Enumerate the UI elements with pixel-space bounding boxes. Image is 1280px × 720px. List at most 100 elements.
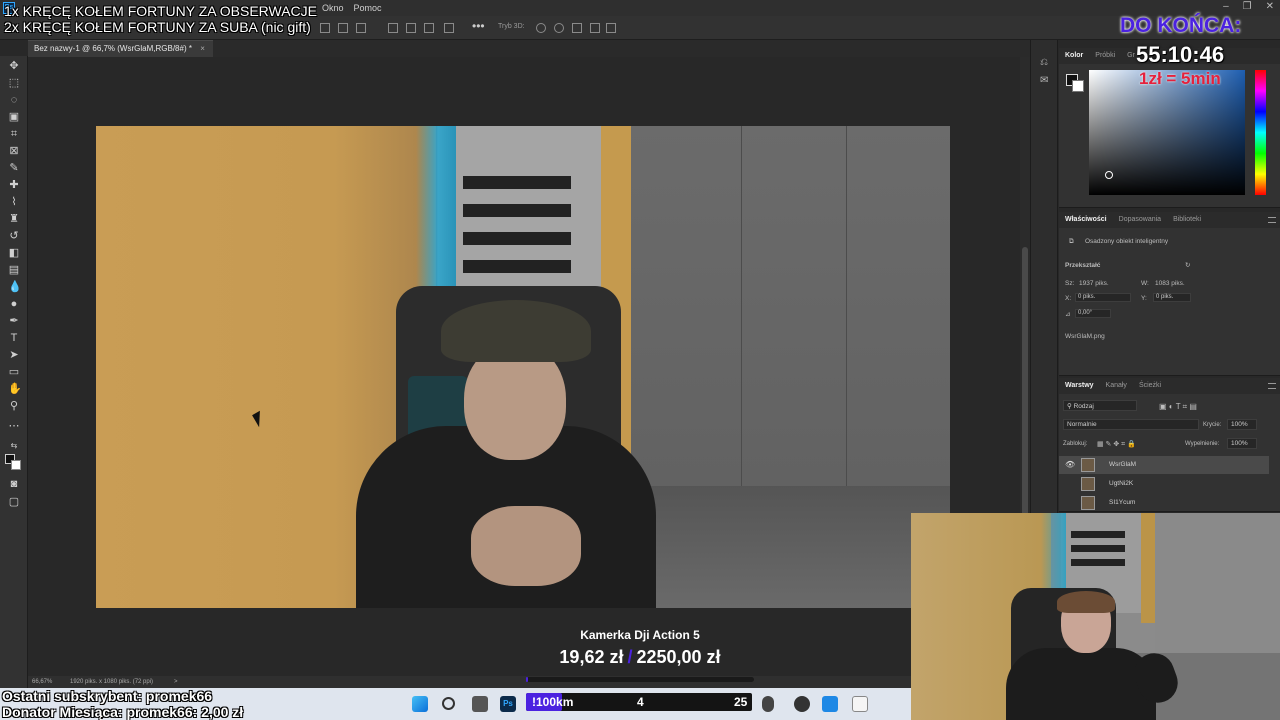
mouse-app-icon[interactable]: [762, 696, 774, 712]
layer-thumbnail: [1081, 458, 1095, 472]
history-icon[interactable]: ⎌: [1040, 58, 1050, 68]
marquee-tool-icon[interactable]: ⬚: [8, 77, 20, 89]
wheel-of-fortune-info: 1x KRĘCĘ KOŁEM FORTUNY ZA OBSERWACJE 2x …: [4, 3, 317, 35]
angle-field[interactable]: 0,00°: [1075, 309, 1111, 318]
tab-sciezki[interactable]: Ścieżki: [1139, 382, 1161, 390]
color-picker-handle[interactable]: [1105, 171, 1113, 179]
layer-row[interactable]: 👁 WsrGlaM: [1059, 456, 1269, 474]
color-background-swatch[interactable]: [1072, 80, 1084, 92]
eraser-tool-icon[interactable]: ◧: [8, 247, 20, 259]
tab-dopasowania[interactable]: Dopasowania: [1119, 216, 1161, 224]
3d-pan-icon[interactable]: [572, 23, 582, 33]
tab-kolor[interactable]: Kolor: [1065, 52, 1083, 60]
layer-filter-select[interactable]: ⚲ Rodzaj: [1063, 400, 1137, 411]
zoom-level[interactable]: 66,67%: [32, 679, 52, 685]
path-select-tool-icon[interactable]: ➤: [8, 349, 20, 361]
panel-menu-icon[interactable]: [1268, 217, 1276, 223]
goal-progress-fill: [526, 677, 529, 682]
tools-panel: ✥ ⬚ ◌ ▣ ⌗ ⊠ ✎ ✚ ⌇ ♜ ↺ ◧ ▤ 💧 ● ✒ T ➤ ▭ ✋ …: [0, 56, 28, 688]
more-options-icon[interactable]: •••: [472, 19, 485, 33]
align-top-icon[interactable]: [388, 23, 398, 33]
hand-tool-icon[interactable]: ✋: [8, 383, 22, 395]
tab-kanaly[interactable]: Kanały: [1106, 382, 1127, 390]
hue-slider[interactable]: [1255, 70, 1266, 195]
layer-row[interactable]: UgtNi2K: [1059, 475, 1269, 493]
store-icon[interactable]: [822, 696, 838, 712]
brush-tool-icon[interactable]: ⌇: [8, 196, 20, 208]
3d-roll-icon[interactable]: [554, 23, 564, 33]
align-left-icon[interactable]: [320, 23, 330, 33]
stream-stats: Ostatni subskrybent: promek66 Donator Mi…: [2, 688, 243, 720]
comments-icon[interactable]: ✉: [1040, 76, 1050, 86]
gradient-tool-icon[interactable]: ▤: [8, 264, 20, 276]
move-tool-icon[interactable]: ✥: [8, 60, 20, 72]
more-tools-icon[interactable]: ⋯: [8, 420, 20, 432]
3d-scale-icon[interactable]: [606, 23, 616, 33]
history-brush-tool-icon[interactable]: ↺: [8, 230, 20, 242]
blend-mode-select[interactable]: Normalnie: [1063, 419, 1199, 430]
distribute-icon[interactable]: [444, 23, 454, 33]
snipping-tool-icon[interactable]: [852, 696, 868, 712]
close-tab-icon[interactable]: ×: [200, 44, 205, 53]
crop-tool-icon[interactable]: ⌗: [8, 128, 20, 140]
layer-row[interactable]: SI1Ycum: [1059, 494, 1269, 512]
tab-warstwy[interactable]: Warstwy: [1065, 382, 1094, 390]
background-color-swatch[interactable]: [11, 460, 21, 470]
document-tab-title: Bez nazwy-1 @ 66,7% (WsrGlaM,RGB/8#) *: [34, 44, 192, 53]
timer-title: DO KOŃCA:: [1120, 14, 1242, 37]
visibility-eye-icon[interactable]: 👁: [1065, 460, 1075, 469]
quick-mask-icon[interactable]: ◙: [8, 478, 20, 490]
swap-colors-icon[interactable]: ⇆: [8, 440, 20, 452]
document-tab[interactable]: Bez nazwy-1 @ 66,7% (WsrGlaM,RGB/8#) * ×: [28, 40, 213, 57]
minimize-icon[interactable]: –: [1223, 1, 1229, 12]
y-field[interactable]: 0 piks.: [1153, 293, 1191, 302]
scrollbar-thumb[interactable]: [1022, 247, 1028, 547]
canvas-image[interactable]: [96, 126, 950, 608]
dodge-tool-icon[interactable]: ●: [8, 298, 20, 310]
healing-brush-tool-icon[interactable]: ✚: [8, 179, 20, 191]
frame-tool-icon[interactable]: ⊠: [8, 145, 20, 157]
screen-mode-icon[interactable]: ▢: [8, 496, 20, 508]
zoom-tool-icon[interactable]: ⚲: [8, 400, 20, 412]
task-view-icon[interactable]: [472, 696, 488, 712]
3d-slide-icon[interactable]: [590, 23, 600, 33]
donation-goal: Kamerka Dji Action 5 19,62 zł/2250,00 zł: [520, 628, 760, 686]
menu-okno[interactable]: Okno: [322, 3, 344, 13]
width-value[interactable]: 1937 piks.: [1079, 280, 1109, 287]
close-icon[interactable]: ✕: [1266, 1, 1274, 12]
start-menu-icon[interactable]: [412, 696, 428, 712]
goal-progress-bar: [526, 677, 754, 682]
pen-tool-icon[interactable]: ✒: [8, 315, 20, 327]
align-center-icon[interactable]: [338, 23, 348, 33]
search-icon[interactable]: [442, 697, 455, 710]
maximize-icon[interactable]: ❐: [1243, 1, 1252, 12]
eyedropper-tool-icon[interactable]: ✎: [8, 162, 20, 174]
linked-file-name: WsrGlaM.png: [1065, 333, 1105, 340]
tab-gradient[interactable]: Gr: [1127, 52, 1135, 60]
type-tool-icon[interactable]: T: [8, 332, 20, 344]
obs-icon[interactable]: [794, 696, 810, 712]
blur-tool-icon[interactable]: 💧: [8, 281, 22, 293]
reset-transform-icon[interactable]: ↻: [1185, 261, 1190, 269]
clone-stamp-tool-icon[interactable]: ♜: [8, 213, 20, 225]
layers-menu-icon[interactable]: [1268, 383, 1276, 389]
tab-probki[interactable]: Próbki: [1095, 52, 1115, 60]
x-field[interactable]: 0 piks.: [1075, 293, 1131, 302]
layer-filter-icons[interactable]: ▣ ◐ T ⌗ ▤: [1159, 402, 1197, 412]
3d-orbit-icon[interactable]: [536, 23, 546, 33]
lasso-tool-icon[interactable]: ◌: [8, 94, 20, 106]
object-select-tool-icon[interactable]: ▣: [8, 111, 20, 123]
rectangle-tool-icon[interactable]: ▭: [8, 366, 20, 378]
status-arrow[interactable]: >: [174, 679, 178, 685]
align-bottom-icon[interactable]: [424, 23, 434, 33]
height-value[interactable]: 1083 piks.: [1155, 280, 1185, 287]
align-right-icon[interactable]: [356, 23, 366, 33]
fill-field[interactable]: 100%: [1227, 438, 1257, 449]
tab-wlasciwosci[interactable]: Właściwości: [1065, 216, 1107, 224]
align-middle-icon[interactable]: [406, 23, 416, 33]
tab-biblioteki[interactable]: Biblioteki: [1173, 216, 1201, 224]
menu-pomoc[interactable]: Pomoc: [354, 3, 382, 13]
lock-icons[interactable]: ▦ ✎ ✥ ⌗ 🔒: [1097, 440, 1136, 449]
photoshop-taskbar-icon[interactable]: Ps: [500, 696, 516, 712]
opacity-field[interactable]: 100%: [1227, 419, 1257, 430]
